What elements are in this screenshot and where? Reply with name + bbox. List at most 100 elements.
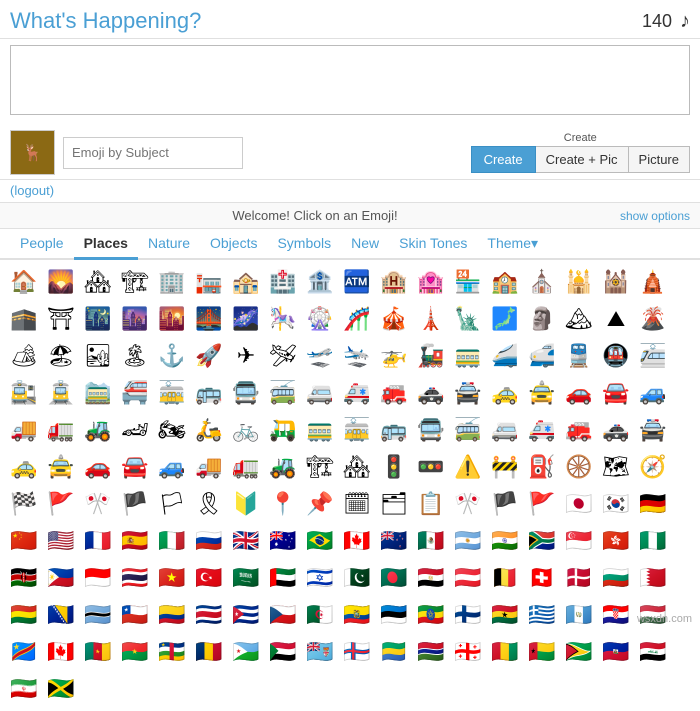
emoji-cell[interactable]: 🏁 [6,486,42,522]
emoji-cell[interactable]: 🇦🇹 [450,560,486,596]
emoji-cell[interactable]: 🚞 [80,375,116,411]
emoji-cell[interactable]: 🚇 [598,338,634,374]
emoji-cell[interactable]: 🎪 [376,301,412,337]
emoji-cell[interactable]: 🇸🇬 [561,523,597,559]
emoji-cell[interactable]: 🇸🇦 [228,560,264,596]
emoji-cell[interactable]: 🇨🇫 [154,634,190,670]
emoji-cell[interactable]: 🗓 [339,486,375,522]
emoji-cell[interactable]: 🇻🇳 [154,560,190,596]
emoji-cell[interactable]: 🏤 [228,264,264,300]
emoji-cell[interactable]: 🇭🇷 [598,597,634,633]
picture-button[interactable]: Picture [629,146,690,173]
emoji-cell[interactable]: 🇯🇵 [561,486,597,522]
emoji-cell[interactable]: 🇧🇦 [43,597,79,633]
emoji-cell[interactable]: 🇧🇩 [376,560,412,596]
music-icon[interactable]: ♪ [680,10,690,33]
emoji-cell[interactable]: 🚔 [635,412,671,448]
emoji-cell[interactable]: 🏎 [117,412,153,448]
emoji-cell[interactable]: 🇫🇷 [80,523,116,559]
emoji-cell[interactable]: 🇫🇮 [450,597,486,633]
emoji-cell[interactable]: 🇪🇨 [339,597,375,633]
emoji-cell[interactable]: 🚘 [117,449,153,485]
emoji-cell[interactable]: 🏍 [154,412,190,448]
emoji-cell[interactable]: 🚑 [339,375,375,411]
emoji-cell[interactable]: 🚕 [487,375,523,411]
emoji-cell[interactable]: 🗾 [487,301,523,337]
emoji-cell[interactable]: 🗼 [413,301,449,337]
emoji-cell[interactable]: 🏫 [487,264,523,300]
emoji-cell[interactable]: 🛞 [561,449,597,485]
logout-link[interactable]: (logout) [10,183,54,198]
emoji-cell[interactable]: 🇹🇷 [191,560,227,596]
emoji-cell[interactable]: 🚕 [6,449,42,485]
tab-theme[interactable]: Theme▾ [477,229,548,258]
emoji-cell[interactable]: 🇩🇪 [635,486,671,522]
emoji-cell[interactable]: 🔰 [228,486,264,522]
emoji-cell[interactable]: 🚆 [561,338,597,374]
emoji-cell[interactable]: 🇳🇬 [635,523,671,559]
emoji-cell[interactable]: 🏘 [339,449,375,485]
emoji-cell[interactable]: 🚘 [598,375,634,411]
emoji-cell[interactable]: 🚎 [450,412,486,448]
create-pic-button[interactable]: Create + Pic [536,146,629,173]
tab-new[interactable]: New [341,229,389,258]
emoji-cell[interactable]: 🚒 [561,412,597,448]
emoji-cell[interactable]: 🚍 [228,375,264,411]
tab-places[interactable]: Places [74,229,138,260]
emoji-cell[interactable]: 🇨🇷 [191,597,227,633]
emoji-cell[interactable]: 🚐 [302,375,338,411]
emoji-cell[interactable]: 🚍 [413,412,449,448]
emoji-cell[interactable]: 🏧 [339,264,375,300]
emoji-cell[interactable]: 🇵🇰 [339,560,375,596]
emoji-cell[interactable]: 🧭 [635,449,671,485]
emoji-cell[interactable]: 🇵🇭 [43,560,79,596]
emoji-cell[interactable]: 🏔 [561,301,597,337]
create-button[interactable]: Create [471,146,536,173]
show-options-link[interactable]: show options [620,209,690,223]
emoji-cell[interactable]: 🇬🇲 [413,634,449,670]
emoji-cell[interactable]: 🚥 [413,449,449,485]
emoji-cell[interactable]: 🏘 [80,264,116,300]
emoji-cell[interactable]: 🇧🇷 [302,523,338,559]
emoji-cell[interactable]: 🚗 [561,375,597,411]
emoji-cell[interactable]: 🎡 [302,301,338,337]
emoji-cell[interactable]: 🇮🇹 [154,523,190,559]
emoji-cell[interactable]: 🇰🇪 [6,560,42,596]
emoji-cell[interactable]: 🇬🇹 [561,597,597,633]
emoji-cell[interactable]: 🚜 [80,412,116,448]
emoji-cell[interactable]: 🚲 [228,412,264,448]
emoji-cell[interactable]: 🌉 [191,301,227,337]
emoji-cell[interactable]: 🏴 [487,486,523,522]
emoji-cell[interactable]: 🏨 [376,264,412,300]
emoji-cell[interactable]: 🏥 [265,264,301,300]
emoji-cell[interactable]: 🛫 [302,338,338,374]
status-input[interactable] [10,45,690,115]
emoji-cell[interactable]: 🚩 [43,486,79,522]
emoji-cell[interactable]: 🕍 [598,264,634,300]
emoji-cell[interactable]: 🇧🇫 [117,634,153,670]
emoji-cell[interactable]: 🚃 [302,412,338,448]
emoji-cell[interactable]: 🚎 [265,375,301,411]
emoji-cell[interactable]: 🇬🇷 [524,597,560,633]
emoji-cell[interactable]: 🇮🇷 [6,671,42,707]
emoji-cell[interactable]: 📍 [265,486,301,522]
emoji-cell[interactable]: 🎗 [191,486,227,522]
emoji-cell[interactable]: 🇬🇧 [228,523,264,559]
emoji-cell[interactable]: 🇬🇳 [487,634,523,670]
emoji-cell[interactable]: 🎌 [80,486,116,522]
emoji-cell[interactable]: 🚊 [43,375,79,411]
emoji-cell[interactable]: 🏠 [6,264,42,300]
emoji-cell[interactable]: 🚙 [635,375,671,411]
emoji-cell[interactable]: 🇨🇺 [228,597,264,633]
emoji-cell[interactable]: 🇸🇩 [265,634,301,670]
emoji-cell[interactable]: 🇺🇸 [43,523,79,559]
emoji-cell[interactable]: 🇬🇪 [450,634,486,670]
emoji-cell[interactable]: 🚈 [635,338,671,374]
emoji-cell[interactable]: 🇨🇦 [339,523,375,559]
emoji-cell[interactable]: 🇨🇦 [43,634,79,670]
emoji-cell[interactable]: ⛰ [598,301,634,337]
emoji-cell[interactable]: 🕌 [561,264,597,300]
emoji-cell[interactable]: 🚉 [6,375,42,411]
tab-objects[interactable]: Objects [200,229,267,258]
emoji-cell[interactable]: 🌇 [154,301,190,337]
